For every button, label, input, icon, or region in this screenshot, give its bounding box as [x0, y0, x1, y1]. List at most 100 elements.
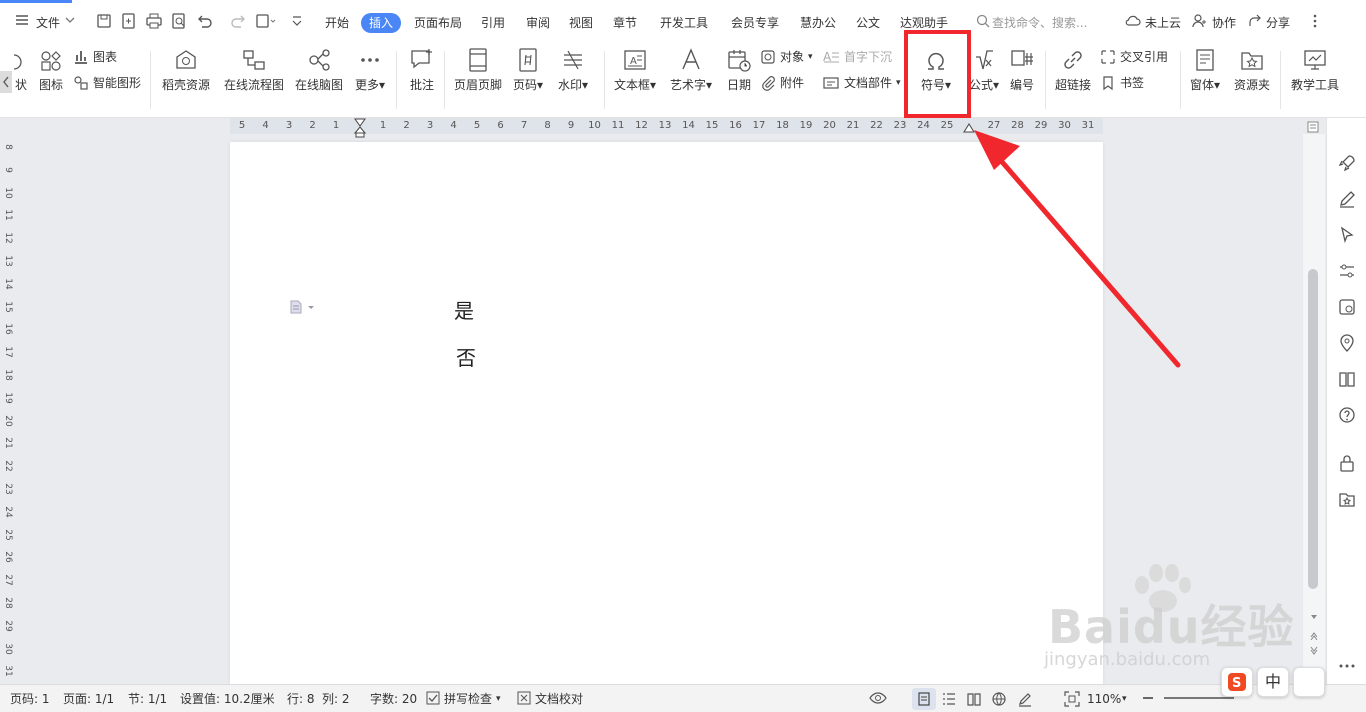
book-review-icon[interactable] — [1337, 369, 1357, 389]
redo-icon[interactable] — [230, 12, 248, 35]
drop-cap-button[interactable]: A 首字下沉 — [822, 48, 892, 65]
fit-page-icon[interactable] — [1063, 690, 1081, 708]
ime-language-toggle[interactable]: 中 — [1257, 667, 1289, 697]
output-pdf-icon[interactable] — [120, 12, 138, 35]
ime-night-mode-button[interactable] — [1293, 667, 1325, 697]
daoke-resources-button[interactable]: 稻壳资源 — [158, 47, 214, 93]
ime-logo-button[interactable]: S — [1221, 667, 1253, 697]
icon-library-button[interactable]: 图标 — [36, 49, 66, 93]
document-line[interactable]: 否 — [456, 342, 476, 371]
web-view-icon[interactable] — [991, 691, 1007, 707]
page-view-icon[interactable] — [916, 691, 932, 707]
tab-home[interactable]: 开始 — [325, 13, 349, 33]
status-column[interactable]: 列: 2 — [322, 691, 350, 707]
online-flowchart-button[interactable]: 在线流程图 — [222, 47, 286, 93]
scroll-down-icon[interactable] — [1309, 612, 1319, 622]
hyperlink-button[interactable]: 超链接 — [1050, 47, 1096, 93]
cursor-select-icon[interactable] — [1337, 225, 1357, 245]
eye-protect-icon[interactable] — [869, 690, 887, 706]
location-icon[interactable] — [1337, 333, 1357, 353]
status-row[interactable]: 行: 8 — [287, 691, 315, 707]
paragraph-handle-icon[interactable] — [289, 299, 317, 315]
online-mindmap-button[interactable]: 在线脑图 — [292, 47, 346, 93]
status-section[interactable]: 节: 1/1 — [128, 691, 167, 707]
comment-button[interactable]: 批注 — [404, 47, 440, 93]
reading-view-icon[interactable] — [966, 691, 982, 707]
settings-sliders-icon[interactable] — [1337, 261, 1357, 281]
form-button[interactable]: 窗体▾ — [1185, 47, 1225, 93]
search-input[interactable]: 查找命令、搜索... — [992, 13, 1087, 33]
print-preview-icon[interactable] — [170, 12, 188, 35]
more-options-icon[interactable] — [1312, 13, 1318, 34]
vertical-scrollbar[interactable] — [1303, 134, 1325, 684]
smartart-button[interactable]: 智能图形 — [73, 74, 141, 91]
tab-member[interactable]: 会员专享 — [731, 13, 779, 33]
save-icon[interactable] — [95, 12, 113, 35]
tab-developer[interactable]: 开发工具 — [660, 13, 708, 33]
ribbon-scroll-left-button[interactable] — [0, 71, 12, 93]
status-word-count[interactable]: 字数: 20 — [370, 691, 417, 707]
tab-review[interactable]: 审阅 — [526, 13, 550, 33]
textbox-button[interactable]: A 文本框▾ — [610, 47, 660, 93]
formula-button[interactable]: 公式▾ — [966, 47, 1002, 93]
object-button[interactable]: 对象 ▾ — [760, 48, 813, 65]
cloud-status[interactable]: 未上云 — [1145, 13, 1181, 33]
file-menu[interactable]: 文件 — [36, 13, 60, 33]
indent-marker-icon[interactable] — [354, 118, 366, 138]
tab-sections[interactable]: 章节 — [613, 13, 637, 33]
scrollbar-thumb[interactable] — [1308, 269, 1318, 589]
rocket-icon[interactable] — [1337, 153, 1357, 173]
spellcheck-toggle[interactable]: 拼写检查 — [444, 691, 492, 707]
ruler-toggle-icon[interactable] — [1307, 121, 1319, 133]
outline-view-icon[interactable] — [941, 691, 957, 707]
status-page-code[interactable]: 页码: 1 — [10, 691, 50, 707]
zoom-dropdown[interactable]: ▾ — [1122, 691, 1127, 707]
numbering-button[interactable]: 编号 — [1005, 47, 1039, 93]
more-button[interactable]: 更多▾ — [352, 47, 388, 93]
help-icon[interactable] — [1337, 405, 1357, 425]
bookmark-button[interactable]: 书签 — [1100, 74, 1144, 91]
header-footer-button[interactable]: 页眉页脚 — [452, 47, 504, 93]
page-number-button[interactable]: 页码▾ — [510, 47, 546, 93]
more-horizontal-icon[interactable] — [1337, 656, 1357, 676]
tab-view[interactable]: 视图 — [569, 13, 593, 33]
watermark-button[interactable]: 水印▾ — [554, 47, 592, 93]
write-mode-icon[interactable] — [1017, 691, 1033, 707]
print-icon[interactable] — [145, 12, 163, 35]
zoom-out-icon[interactable] — [1141, 691, 1155, 705]
tab-insert[interactable]: 插入 — [361, 13, 402, 33]
share-button[interactable]: 分享 — [1266, 13, 1290, 33]
prev-page-icon[interactable] — [1309, 630, 1319, 640]
cross-reference-button[interactable]: 交叉引用 — [1100, 48, 1168, 65]
tab-page-layout[interactable]: 页面布局 — [414, 13, 462, 33]
tab-official-doc[interactable]: 公文 — [856, 13, 880, 33]
checkbox-checked-icon[interactable] — [426, 691, 440, 705]
proofread-button[interactable]: 文档校对 — [535, 691, 583, 707]
teaching-tools-button[interactable]: 教学工具 — [1288, 47, 1342, 93]
pen-icon[interactable] — [1337, 189, 1357, 209]
wordart-button[interactable]: 艺术字▾ — [666, 47, 716, 93]
image-tools-icon[interactable] — [1337, 297, 1357, 317]
status-pages[interactable]: 页面: 1/1 — [63, 691, 114, 707]
customize-toolbar-icon[interactable] — [290, 12, 304, 35]
favorite-folder-icon[interactable] — [1337, 489, 1357, 509]
next-page-icon[interactable] — [1309, 646, 1319, 656]
spellcheck-dropdown[interactable]: ▾ — [496, 691, 501, 707]
collaborate-button[interactable]: 协作 — [1212, 13, 1236, 33]
proofread-icon[interactable] — [517, 691, 531, 705]
status-setting-value[interactable]: 设置值: 10.2厘米 — [180, 691, 275, 707]
hamburger-menu-icon[interactable] — [14, 12, 30, 33]
chevron-down-icon[interactable] — [64, 12, 76, 33]
zoom-slider[interactable] — [1164, 697, 1234, 699]
doc-parts-button[interactable]: 文档部件 ▾ — [822, 74, 901, 91]
format-painter-icon[interactable] — [255, 12, 277, 35]
tab-smart-office[interactable]: 慧办公 — [800, 13, 836, 33]
document-line[interactable]: 是 — [454, 295, 474, 324]
resource-folder-button[interactable]: 资源夹 — [1230, 47, 1274, 93]
shape-button[interactable]: 状 — [12, 49, 30, 93]
date-button[interactable]: 日期 — [722, 47, 756, 93]
lock-icon[interactable] — [1337, 453, 1357, 473]
zoom-level[interactable]: 110% — [1087, 691, 1121, 707]
tab-references[interactable]: 引用 — [481, 13, 505, 33]
chart-button[interactable]: 图表 — [73, 48, 117, 65]
